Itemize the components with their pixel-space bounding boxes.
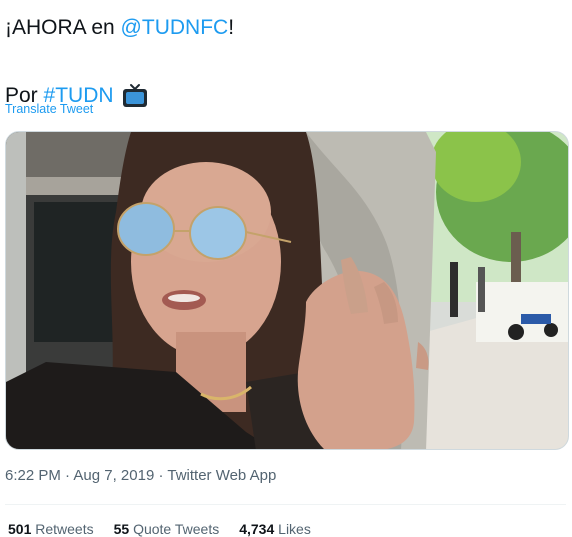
translate-tweet-link[interactable]: Translate Tweet — [5, 102, 93, 116]
quote-tweets-count: 55 — [113, 521, 130, 537]
quote-tweets-label: Quote Tweets — [133, 521, 220, 537]
tweet-date[interactable]: Aug 7, 2019 — [73, 467, 154, 484]
video-frame-illustration — [6, 132, 568, 449]
meta-separator: · — [154, 467, 168, 484]
tweet-text-prefix: ¡AHORA en — [5, 16, 121, 39]
quote-tweets-stat[interactable]: 55 Quote Tweets — [114, 521, 220, 537]
tweet-meta: 6:22 PM · Aug 7, 2019 · Twitter Web App — [5, 467, 276, 484]
television-icon — [122, 83, 148, 109]
retweets-count: 501 — [8, 521, 32, 537]
tweet-video-thumbnail[interactable] — [5, 131, 569, 450]
meta-separator: · — [60, 467, 74, 484]
retweets-stat[interactable]: 501 Retweets — [8, 521, 94, 537]
likes-stat[interactable]: 4,734 Likes — [239, 521, 311, 537]
stats-divider — [5, 504, 566, 505]
tweet-line-1: ¡AHORA en @TUDNFC! — [5, 14, 565, 42]
tweet-text: ¡AHORA en @TUDNFC! Por #TUDN — [5, 14, 565, 110]
mention-link[interactable]: @TUDNFC — [121, 16, 229, 39]
retweets-label: Retweets — [35, 521, 94, 537]
likes-count: 4,734 — [239, 521, 275, 537]
tweet-time[interactable]: 6:22 PM — [5, 467, 61, 484]
tweet-stats: 501 Retweets 55 Quote Tweets 4,734 Likes — [8, 521, 311, 537]
likes-label: Likes — [278, 521, 311, 537]
tweet-text-suffix: ! — [228, 16, 235, 39]
tweet-source-app[interactable]: Twitter Web App — [167, 467, 276, 484]
